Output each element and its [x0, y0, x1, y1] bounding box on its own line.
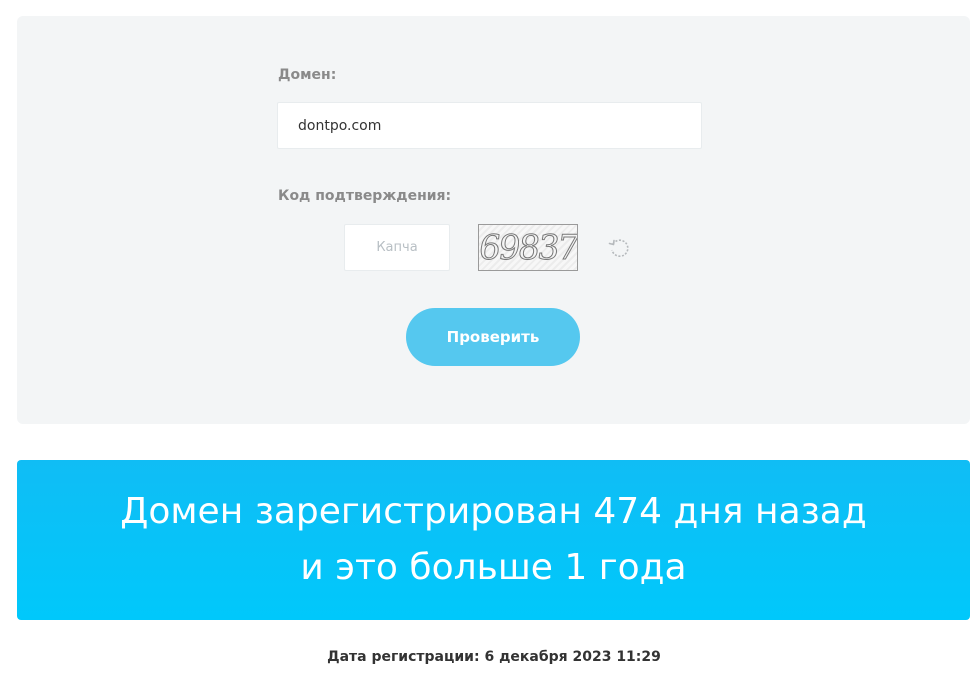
domain-check-form: Домен: Код подтверждения: 69837 Проверит… [17, 16, 970, 424]
domain-input[interactable] [277, 102, 702, 149]
registration-date: Дата регистрации: 6 декабря 2023 11:29 [327, 649, 661, 665]
verification-code-label: Код подтверждения: [278, 188, 452, 204]
captcha-input[interactable] [344, 224, 450, 271]
check-button[interactable]: Проверить [406, 308, 580, 366]
captcha-image: 69837 [478, 224, 578, 271]
result-summary-text: и это больше 1 года [300, 547, 687, 588]
domain-label: Домен: [278, 67, 337, 83]
result-age-text: Домен зарегистрирован 474 дня назад [120, 491, 867, 532]
result-banner: Домен зарегистрирован 474 дня назад и эт… [17, 460, 970, 620]
captcha-text: 69837 [478, 227, 578, 268]
refresh-icon[interactable] [606, 235, 632, 261]
